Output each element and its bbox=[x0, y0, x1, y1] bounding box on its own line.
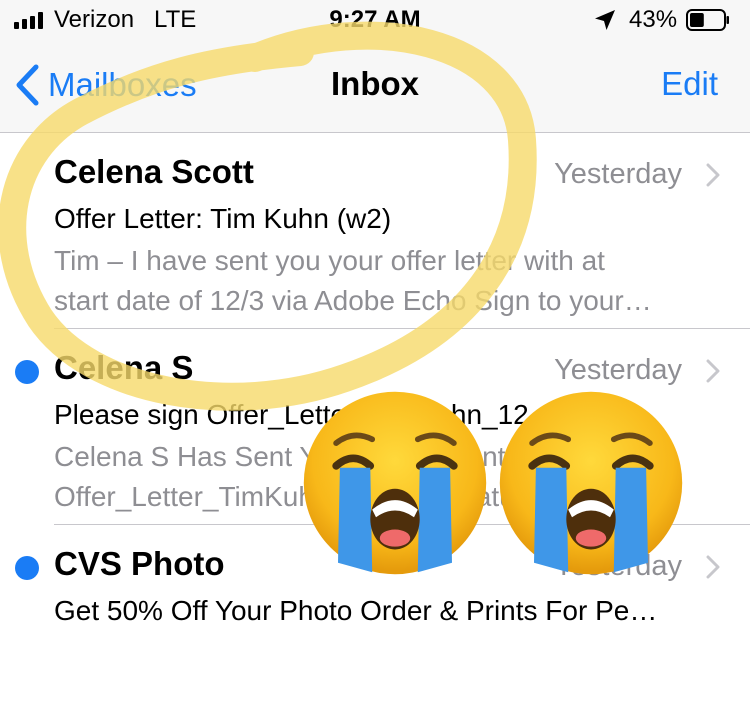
message-preview-line: Tim – I have sent you your offer letter … bbox=[54, 245, 605, 276]
message-list: Celena Scott Yesterday Offer Letter: Tim… bbox=[0, 133, 750, 721]
message-row[interactable]: Celena Scott Yesterday Offer Letter: Tim… bbox=[0, 133, 750, 329]
message-preview-line: Celena S Has Sent You A Document bbox=[54, 441, 506, 472]
message-row[interactable]: CVS Photo Yesterday Get 50% Off Your Pho… bbox=[0, 525, 750, 721]
message-date: Yesterday bbox=[554, 550, 682, 582]
battery-icon bbox=[686, 9, 729, 31]
message-date: Yesterday bbox=[554, 158, 682, 190]
message-sender: Celena S bbox=[54, 349, 194, 386]
message-preview-line: start date of 12/3 via Adobe Echo Sign t… bbox=[54, 285, 652, 316]
location-arrow-icon bbox=[595, 10, 615, 30]
page-title: Inbox bbox=[331, 65, 419, 102]
message-preview: Tim – I have sent you your offer letter … bbox=[54, 241, 714, 321]
message-preview-line: Offer_Letter_TimKuhn_12 for signature bbox=[54, 481, 540, 512]
battery-percent: 43% bbox=[629, 6, 678, 33]
chevron-right-icon bbox=[706, 555, 720, 579]
edit-button[interactable]: Edit bbox=[661, 65, 718, 103]
chevron-right-icon bbox=[706, 163, 720, 187]
message-subject: Get 50% Off Your Photo Order & Prints Fo… bbox=[54, 595, 658, 626]
navigation-bar: Mailboxes Inbox Edit bbox=[0, 44, 750, 133]
unread-dot-icon bbox=[15, 556, 39, 580]
message-preview: Celena S Has Sent You A Document Offer_L… bbox=[54, 437, 714, 517]
status-bar: Verizon LTE 9:27 AM 43% bbox=[0, 0, 750, 44]
chevron-right-icon bbox=[706, 359, 720, 383]
message-subject: Please sign Offer_Letter_TimKuhn_12 bbox=[54, 399, 529, 430]
message-sender: CVS Photo bbox=[54, 545, 225, 582]
message-sender: Celena Scott bbox=[54, 153, 254, 190]
unread-dot-icon bbox=[15, 360, 39, 384]
message-date: Yesterday bbox=[554, 354, 682, 386]
message-row[interactable]: Celena S Yesterday Please sign Offer_Let… bbox=[0, 329, 750, 525]
message-subject: Offer Letter: Tim Kuhn (w2) bbox=[54, 203, 392, 234]
